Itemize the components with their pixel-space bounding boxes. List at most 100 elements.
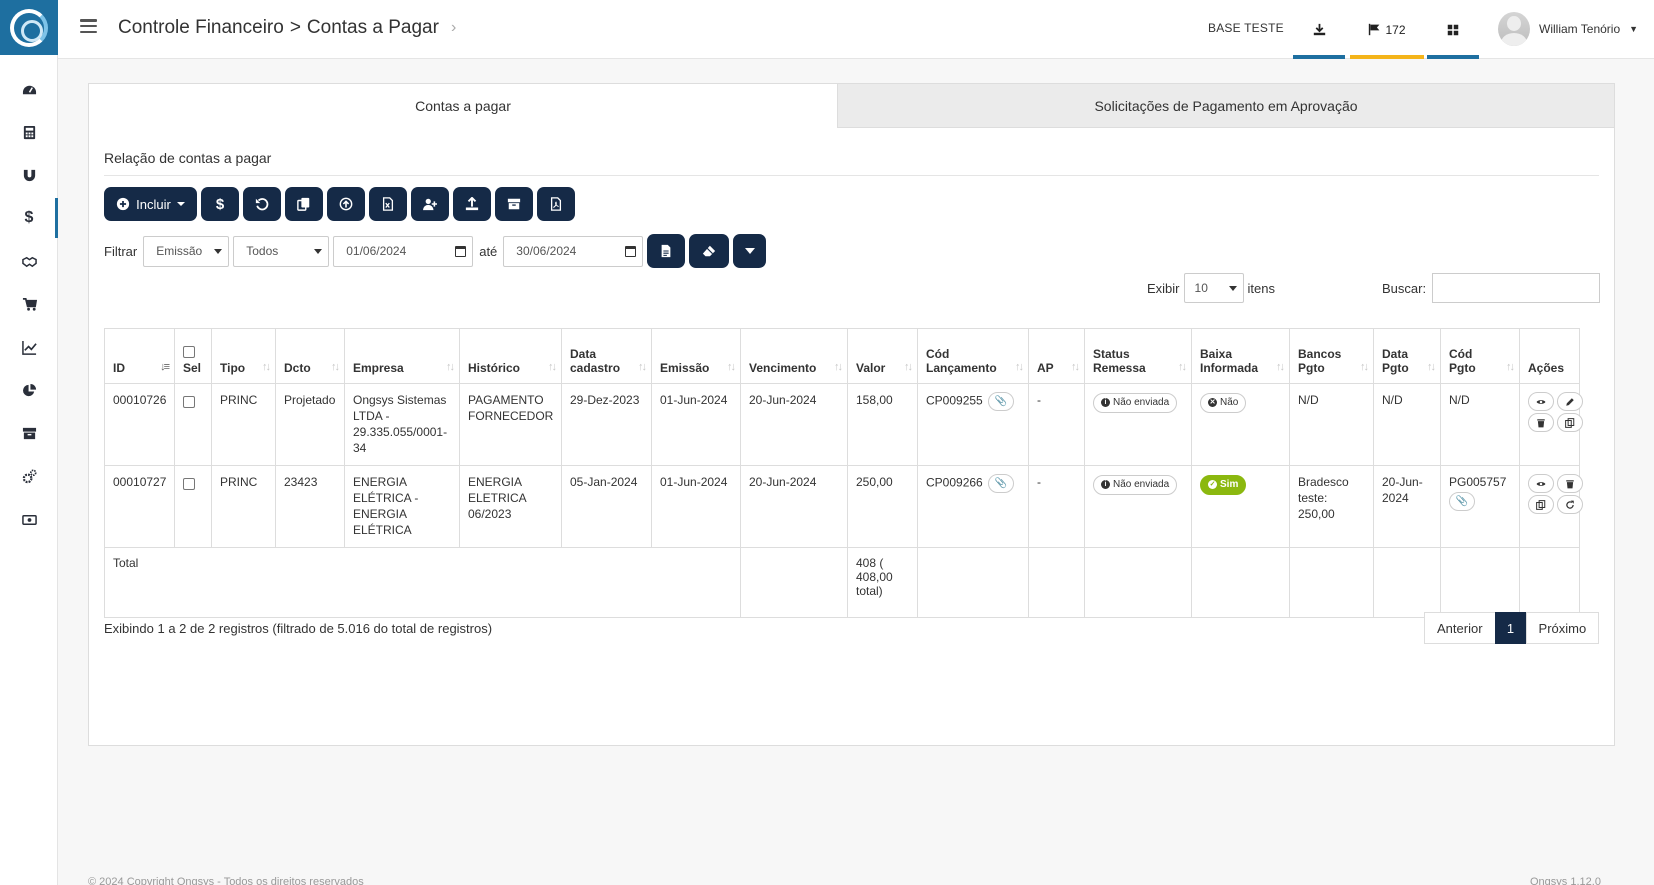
pdf-button[interactable] bbox=[537, 187, 575, 221]
chevron-down-icon bbox=[314, 248, 323, 254]
th-cod-pgto[interactable]: Cód Pgto ↑↓ bbox=[1440, 328, 1520, 384]
search-input[interactable] bbox=[1432, 273, 1601, 303]
th-empresa[interactable]: Empresa ↑↓ bbox=[344, 328, 460, 384]
notifications-button[interactable]: 172 bbox=[1350, 0, 1424, 59]
cell-historico: ENERGIA ELETRICA 06/2023 bbox=[459, 465, 562, 548]
cell-ap: - bbox=[1028, 465, 1085, 548]
download-button[interactable] bbox=[1293, 0, 1345, 59]
sidebar-item-archive[interactable] bbox=[0, 410, 58, 456]
sidebar-item-dashboard[interactable] bbox=[0, 66, 58, 112]
cell-dcto: Projetado bbox=[275, 383, 345, 466]
tab-contas-a-pagar[interactable]: Contas a pagar bbox=[89, 84, 838, 128]
apply-filter-button[interactable] bbox=[647, 234, 686, 268]
pagination-page-1[interactable]: 1 bbox=[1494, 612, 1527, 644]
upload-button[interactable] bbox=[453, 187, 491, 221]
row-checkbox[interactable] bbox=[183, 478, 195, 490]
th-id[interactable]: ID ↓≡ bbox=[104, 328, 175, 384]
th-emissao[interactable]: Emissão ↑↓ bbox=[651, 328, 741, 384]
paperclip-icon[interactable]: 📎 bbox=[1449, 492, 1475, 511]
th-data-cadastro[interactable]: Data cadastro ↑↓ bbox=[561, 328, 652, 384]
trash-icon bbox=[1537, 418, 1545, 427]
sort-icon: ↑↓ bbox=[446, 361, 455, 373]
th-status-remessa[interactable]: Status Remessa ↑↓ bbox=[1084, 328, 1192, 384]
duplicate-button[interactable] bbox=[1557, 413, 1583, 432]
paperclip-icon[interactable]: 📎 bbox=[987, 392, 1014, 411]
date-to-input[interactable]: 30/06/2024 bbox=[503, 235, 644, 267]
edit-button[interactable] bbox=[1557, 392, 1583, 411]
undo-button[interactable] bbox=[243, 187, 281, 221]
database-label[interactable]: BASE TESTE bbox=[1208, 21, 1284, 35]
sidebar-item-pie[interactable] bbox=[0, 367, 58, 413]
sidebar-item-handshake[interactable] bbox=[0, 238, 58, 284]
refresh-button[interactable] bbox=[1557, 495, 1583, 514]
pagination-next[interactable]: Próximo bbox=[1525, 612, 1600, 644]
cell-data-pgto: 20-Jun-2024 bbox=[1373, 465, 1441, 548]
page-length-value: 10 bbox=[1194, 281, 1208, 295]
th-sel[interactable]: Sel bbox=[174, 328, 212, 384]
more-filter-button[interactable] bbox=[733, 234, 767, 268]
cell-vencimento: 20-Jun-2024 bbox=[740, 383, 848, 466]
excel-button[interactable] bbox=[369, 187, 407, 221]
th-valor[interactable]: Valor ↑↓ bbox=[847, 328, 918, 384]
date-from-input[interactable]: 01/06/2024 bbox=[333, 235, 474, 267]
th-dcto[interactable]: Dcto ↑↓ bbox=[275, 328, 345, 384]
sidebar-item-financeiro[interactable]: $ bbox=[0, 195, 58, 241]
cell-data-cadastro: 29-Dez-2023 bbox=[561, 383, 652, 466]
sidebar-item-chart[interactable] bbox=[0, 324, 58, 370]
th-ap[interactable]: AP ↑↓ bbox=[1028, 328, 1085, 384]
view-button[interactable] bbox=[1528, 474, 1554, 493]
page-length-select[interactable]: 10 bbox=[1183, 273, 1244, 303]
sidebar-item-calculator[interactable] bbox=[0, 109, 58, 155]
select-all-checkbox[interactable] bbox=[183, 346, 195, 358]
delete-button[interactable] bbox=[1528, 413, 1554, 432]
filter-field-select[interactable]: Emissão bbox=[143, 235, 230, 267]
caret-down-icon bbox=[744, 248, 755, 254]
calendar-icon[interactable] bbox=[455, 245, 467, 257]
logo[interactable] bbox=[0, 0, 58, 55]
cell-emissao: 01-Jun-2024 bbox=[651, 465, 741, 548]
cod-pgto-text: PG005757 bbox=[1449, 475, 1507, 489]
clear-filter-button[interactable] bbox=[689, 234, 730, 268]
th-cod-lancamento[interactable]: Cód Lançamento ↑↓ bbox=[917, 328, 1029, 384]
cell-status-remessa: i Não enviada bbox=[1084, 383, 1192, 466]
upload-icon bbox=[465, 197, 479, 211]
incluir-button[interactable]: Incluir bbox=[104, 187, 197, 221]
cell-empresa: ENERGIA ELÉTRICA - ENERGIA ELÉTRICA bbox=[344, 465, 460, 548]
cell-valor: 250,00 bbox=[847, 465, 918, 548]
tab-solicitacoes-aprovacao[interactable]: Solicitações de Pagamento em Aprovação bbox=[838, 84, 1614, 128]
breadcrumb-contas-a-pagar: Contas a Pagar bbox=[306, 17, 439, 38]
filter-status-select[interactable]: Todos bbox=[233, 235, 330, 267]
duplicate-button[interactable] bbox=[1528, 495, 1554, 514]
user-menu[interactable]: William Tenório ▼ bbox=[1498, 12, 1638, 46]
info-icon: i bbox=[1101, 398, 1110, 407]
apps-button[interactable] bbox=[1427, 0, 1479, 59]
th-data-pgto[interactable]: Data Pgto ↑↓ bbox=[1373, 328, 1441, 384]
total-value: 408 ( 408,00 total) bbox=[847, 547, 918, 618]
paperclip-icon[interactable]: 📎 bbox=[987, 474, 1014, 493]
copy-button[interactable] bbox=[285, 187, 323, 221]
sidebar-item-settings[interactable] bbox=[0, 453, 58, 499]
th-vencimento[interactable]: Vencimento ↑↓ bbox=[740, 328, 848, 384]
th-baixa-informada[interactable]: Baixa Informada ↑↓ bbox=[1191, 328, 1290, 384]
payment-button[interactable]: $ bbox=[201, 187, 239, 221]
row-checkbox[interactable] bbox=[183, 396, 195, 408]
th-tipo[interactable]: Tipo ↑↓ bbox=[211, 328, 276, 384]
top-header: Controle Financeiro > Contas a Pagar › B… bbox=[58, 0, 1654, 59]
view-button[interactable] bbox=[1528, 392, 1554, 411]
add-user-button[interactable] bbox=[411, 187, 449, 221]
cell-historico: PAGAMENTO FORNECEDOR bbox=[459, 383, 562, 466]
breadcrumb-controle-financeiro[interactable]: Controle Financeiro bbox=[118, 17, 284, 39]
sort-icon: ↑↓ bbox=[1015, 361, 1024, 373]
calendar-icon[interactable] bbox=[625, 245, 637, 257]
sidebar-item-cart[interactable] bbox=[0, 281, 58, 327]
th-historico[interactable]: Histórico ↑↓ bbox=[459, 328, 562, 384]
sidebar-item-money[interactable] bbox=[0, 496, 58, 542]
sort-asc-icon: ↓≡ bbox=[160, 361, 170, 373]
th-bancos-pgto[interactable]: Bancos Pgto ↑↓ bbox=[1289, 328, 1374, 384]
sidebar-item-magnet[interactable] bbox=[0, 152, 58, 198]
upload-circle-button[interactable] bbox=[327, 187, 365, 221]
delete-button[interactable] bbox=[1557, 474, 1583, 493]
archive-button[interactable] bbox=[495, 187, 533, 221]
menu-toggle-icon[interactable] bbox=[80, 19, 97, 33]
pagination-previous[interactable]: Anterior bbox=[1424, 612, 1496, 644]
